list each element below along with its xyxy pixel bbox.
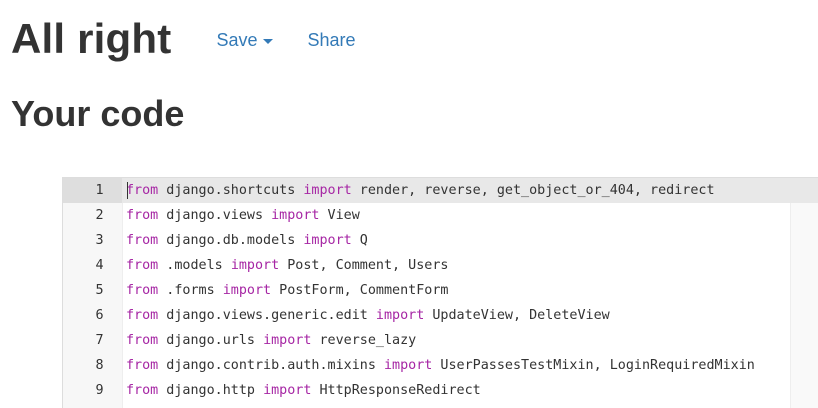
code-token: View bbox=[319, 208, 360, 223]
text-cursor bbox=[127, 182, 128, 199]
code-text: from .models import Post, Comment, Users bbox=[122, 253, 449, 278]
code-token: .forms bbox=[158, 283, 223, 298]
code-line[interactable]: 5 from .forms import PostForm, CommentFor… bbox=[63, 278, 818, 303]
share-button[interactable]: Share bbox=[307, 30, 355, 51]
line-number: 7 bbox=[95, 333, 104, 348]
page-title: All right bbox=[11, 15, 172, 62]
keyword-token: import bbox=[271, 208, 320, 223]
page: All right Save Share Your code 1 from dja… bbox=[0, 0, 818, 408]
code-text: from .forms import PostForm, CommentForm bbox=[122, 278, 449, 303]
code-text: from django.urls import reverse_lazy bbox=[122, 328, 416, 353]
keyword-token: from bbox=[126, 308, 159, 323]
section-title: Your code bbox=[11, 93, 185, 134]
code-text: from django.views.generic.edit import Up… bbox=[122, 303, 610, 328]
code-token: Q bbox=[351, 233, 368, 248]
line-number: 6 bbox=[95, 308, 104, 323]
line-number: 8 bbox=[95, 358, 104, 373]
code-token: django.contrib.auth.mixins bbox=[158, 358, 384, 373]
code-line[interactable]: 3 from django.db.models import Q bbox=[63, 228, 818, 253]
code-token: .models bbox=[158, 258, 231, 273]
code-text: from django.shortcuts import render, rev… bbox=[122, 178, 715, 203]
save-dropdown-button[interactable]: Save bbox=[216, 29, 274, 51]
keyword-token: import bbox=[375, 308, 425, 323]
code-token: django.views.generic.edit bbox=[158, 308, 376, 323]
line-number: 1 bbox=[63, 178, 122, 203]
code-token: render, reverse, get_object_or_404, redi… bbox=[351, 183, 715, 198]
keyword-token: import bbox=[222, 283, 272, 298]
keyword-token: from bbox=[126, 183, 159, 198]
code-text: from django.http import HttpResponseRedi… bbox=[122, 378, 481, 403]
code-token: django.urls bbox=[158, 333, 264, 348]
code-text: from django.views import View bbox=[122, 203, 360, 228]
header-actions: Save Share bbox=[216, 30, 355, 51]
code-line[interactable]: 2 from django.views import View bbox=[63, 203, 818, 228]
caret-down-icon bbox=[263, 38, 274, 44]
code-line[interactable]: 6 from django.views.generic.edit import U… bbox=[63, 303, 818, 328]
code-text: from django.db.models import Q bbox=[122, 228, 368, 253]
line-number: 3 bbox=[95, 233, 104, 248]
keyword-token: import bbox=[230, 258, 280, 273]
code-line[interactable]: 9 from django.http import HttpResponseRed… bbox=[63, 378, 818, 403]
code-token: PostForm, CommentForm bbox=[271, 283, 449, 298]
save-label: Save bbox=[216, 29, 258, 50]
keyword-token: import bbox=[263, 333, 312, 348]
keyword-token: from bbox=[126, 383, 159, 398]
keyword-token: import bbox=[383, 358, 433, 373]
code-editor[interactable]: 1 from django.shortcuts import render, re… bbox=[62, 177, 818, 408]
code-line[interactable]: 7 from django.urls import reverse_lazy bbox=[63, 328, 818, 353]
keyword-token: from bbox=[126, 333, 159, 348]
code-token: reverse_lazy bbox=[311, 333, 417, 348]
code-text: from django.contrib.auth.mixins import U… bbox=[122, 353, 755, 378]
code-token: Post, Comment, Users bbox=[279, 258, 449, 273]
keyword-token: from bbox=[126, 283, 159, 298]
code-line[interactable]: 4 from .models import Post, Comment, User… bbox=[63, 253, 818, 278]
header: All right Save Share bbox=[11, 14, 356, 64]
line-number: 4 bbox=[95, 258, 104, 273]
keyword-token: import bbox=[303, 233, 352, 248]
keyword-token: import bbox=[263, 383, 312, 398]
code-line[interactable]: 8 from django.contrib.auth.mixins import … bbox=[63, 353, 818, 378]
line-number: 9 bbox=[95, 383, 104, 398]
line-number: 5 bbox=[95, 283, 104, 298]
line-number: 2 bbox=[95, 208, 104, 223]
keyword-token: from bbox=[126, 358, 159, 373]
keyword-token: import bbox=[303, 183, 352, 198]
keyword-token: from bbox=[126, 258, 159, 273]
code-token: HttpResponseRedirect bbox=[311, 383, 481, 398]
code-token: django.db.models bbox=[158, 233, 304, 248]
code-token: django.http bbox=[158, 383, 264, 398]
code-token: django.shortcuts bbox=[158, 183, 304, 198]
keyword-token: from bbox=[126, 208, 159, 223]
code-line[interactable]: 1 from django.shortcuts import render, re… bbox=[63, 178, 818, 203]
keyword-token: from bbox=[126, 233, 159, 248]
code-token: UpdateView, DeleteView bbox=[424, 308, 610, 323]
code-token: django.views bbox=[158, 208, 272, 223]
code-token: UserPassesTestMixin, LoginRequiredMixin bbox=[432, 358, 755, 373]
